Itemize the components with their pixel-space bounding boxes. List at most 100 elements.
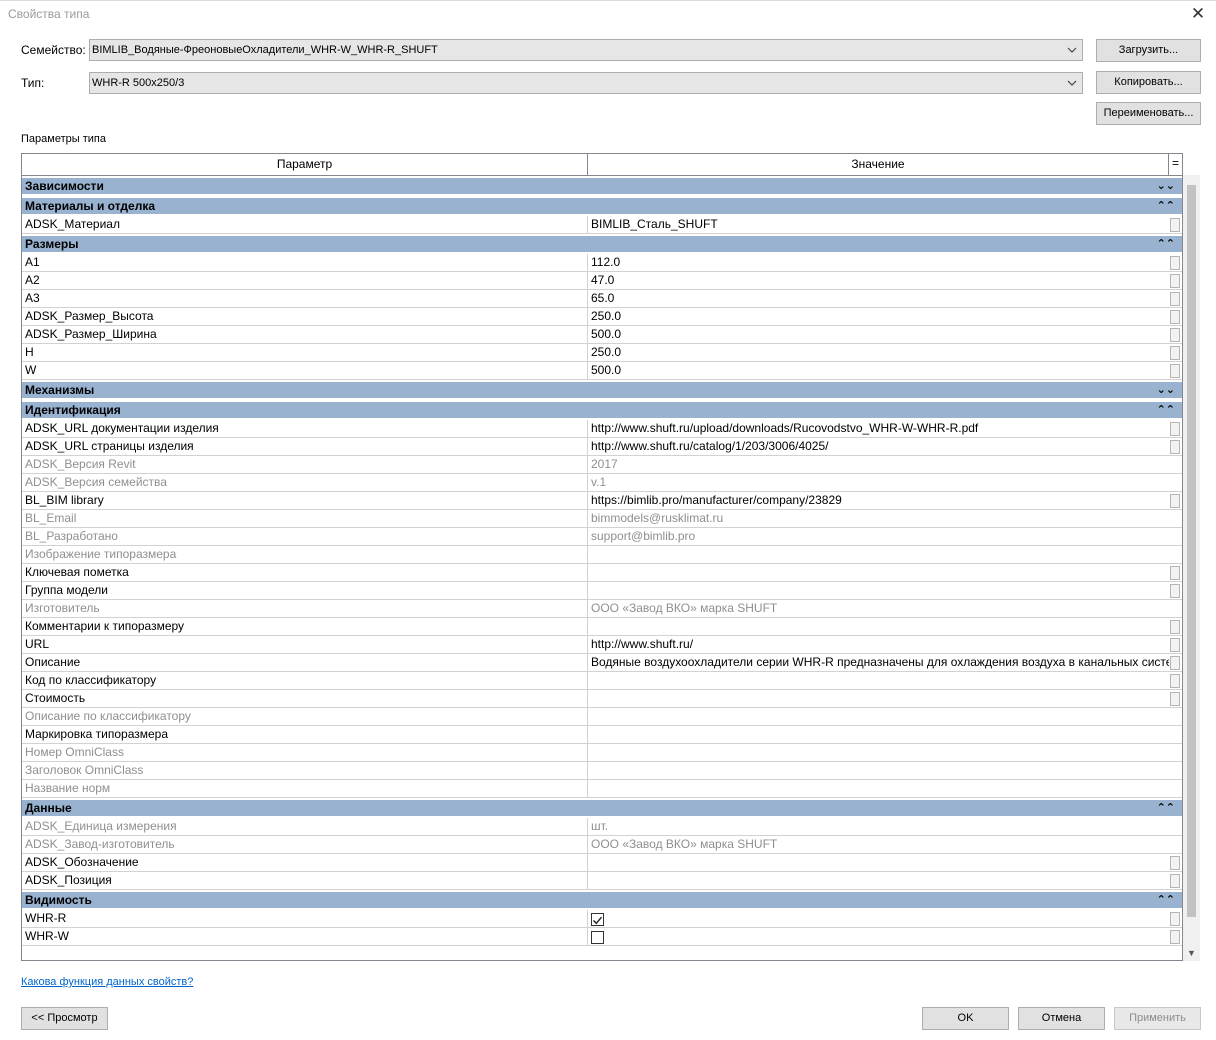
parameter-value-checkbox-cell[interactable] xyxy=(588,910,1169,927)
parameter-value[interactable]: http://www.shuft.ru/upload/downloads/Ruc… xyxy=(588,420,1169,437)
associate-parameter-button[interactable] xyxy=(1170,692,1180,706)
parameter-row[interactable]: BL_Email bimmodels@rusklimat.ru xyxy=(22,510,1182,528)
associate-parameter-button[interactable] xyxy=(1170,584,1180,598)
associate-parameter-button[interactable] xyxy=(1170,674,1180,688)
parameter-row[interactable]: Стоимость xyxy=(22,690,1182,708)
collapse-chevron-icon[interactable]: ⌃⌃ xyxy=(1157,402,1175,418)
group-header[interactable]: Механизмы ⌄⌄ xyxy=(22,380,1182,398)
column-header-value[interactable]: Значение xyxy=(588,154,1169,176)
parameter-value[interactable]: 250.0 xyxy=(588,344,1169,361)
type-dropdown[interactable]: WHR-R 500x250/3 xyxy=(89,72,1083,94)
associate-parameter-button[interactable] xyxy=(1170,874,1180,888)
parameter-value[interactable] xyxy=(588,726,1169,743)
parameter-row[interactable]: ADSK_URL страницы изделия http://www.shuf… xyxy=(22,438,1182,456)
parameter-value[interactable] xyxy=(588,564,1169,581)
parameter-value[interactable]: Водяные воздухоохладители серии WHR-R пр… xyxy=(588,654,1169,671)
group-header[interactable]: Размеры ⌃⌃ xyxy=(22,234,1182,252)
parameter-row[interactable]: ADSK_Размер_Высота 250.0 xyxy=(22,308,1182,326)
group-header[interactable]: Материалы и отделка ⌃⌃ xyxy=(22,196,1182,214)
parameter-value[interactable] xyxy=(588,582,1169,599)
parameter-value[interactable] xyxy=(588,618,1169,635)
parameter-row[interactable]: Изображение типоразмера xyxy=(22,546,1182,564)
associate-parameter-button[interactable] xyxy=(1170,930,1180,944)
group-header[interactable]: Данные ⌃⌃ xyxy=(22,798,1182,816)
associate-parameter-button[interactable] xyxy=(1170,218,1180,232)
load-button[interactable]: Загрузить... xyxy=(1096,39,1201,62)
parameter-row[interactable]: ADSK_Завод-изготовитель ООО «Завод ВКО» м… xyxy=(22,836,1182,854)
expand-chevron-icon[interactable]: ⌄⌄ xyxy=(1157,178,1175,194)
parameter-row[interactable]: Маркировка типоразмера xyxy=(22,726,1182,744)
parameter-row[interactable]: Группа модели xyxy=(22,582,1182,600)
parameter-value[interactable] xyxy=(588,854,1169,871)
associate-parameter-button[interactable] xyxy=(1170,856,1180,870)
associate-parameter-button[interactable] xyxy=(1170,310,1180,324)
parameter-row[interactable]: Заголовок OmniClass xyxy=(22,762,1182,780)
parameter-row[interactable]: ADSK_Версия семейства v.1 xyxy=(22,474,1182,492)
parameter-row[interactable]: Код по классификатору xyxy=(22,672,1182,690)
duplicate-button[interactable]: Копировать... xyxy=(1096,71,1201,94)
cancel-button[interactable]: Отмена xyxy=(1018,1007,1105,1030)
group-header[interactable]: Видимость ⌃⌃ xyxy=(22,890,1182,908)
parameter-value[interactable]: 65.0 xyxy=(588,290,1169,307)
group-header[interactable]: Идентификация ⌃⌃ xyxy=(22,400,1182,418)
checkbox-checked[interactable] xyxy=(591,913,604,926)
parameter-value[interactable]: http://www.shuft.ru/catalog/1/203/3006/4… xyxy=(588,438,1169,455)
rename-button[interactable]: Переименовать... xyxy=(1096,102,1201,125)
parameter-row[interactable]: ADSK_Позиция xyxy=(22,872,1182,890)
apply-button[interactable]: Применить xyxy=(1114,1007,1201,1030)
parameter-value-checkbox-cell[interactable] xyxy=(588,928,1169,945)
collapse-chevron-icon[interactable]: ⌃⌃ xyxy=(1157,800,1175,816)
parameter-row[interactable]: H 250.0 xyxy=(22,344,1182,362)
collapse-chevron-icon[interactable]: ⌃⌃ xyxy=(1157,892,1175,908)
collapse-chevron-icon[interactable]: ⌃⌃ xyxy=(1157,236,1175,252)
checkbox-unchecked[interactable] xyxy=(591,931,604,944)
associate-parameter-button[interactable] xyxy=(1170,620,1180,634)
parameter-row[interactable]: ADSK_Материал BIMLIB_Сталь_SHUFT xyxy=(22,216,1182,234)
parameter-row[interactable]: Описание по классификатору xyxy=(22,708,1182,726)
parameter-row[interactable]: Комментарии к типоразмеру xyxy=(22,618,1182,636)
parameter-row[interactable]: ADSK_URL документации изделия http://www.… xyxy=(22,420,1182,438)
associate-parameter-button[interactable] xyxy=(1170,638,1180,652)
associate-parameter-button[interactable] xyxy=(1170,328,1180,342)
parameter-value[interactable] xyxy=(588,672,1169,689)
parameter-value[interactable] xyxy=(588,872,1169,889)
parameter-value[interactable]: https://bimlib.pro/manufacturer/company/… xyxy=(588,492,1169,509)
associate-parameter-button[interactable] xyxy=(1170,346,1180,360)
column-header-formula[interactable]: = xyxy=(1169,154,1182,176)
expand-chevron-icon[interactable]: ⌄⌄ xyxy=(1157,382,1175,398)
parameter-value[interactable] xyxy=(588,690,1169,707)
associate-parameter-button[interactable] xyxy=(1170,292,1180,306)
associate-parameter-button[interactable] xyxy=(1170,656,1180,670)
close-icon[interactable]: ✕ xyxy=(1186,3,1210,25)
collapse-chevron-icon[interactable]: ⌃⌃ xyxy=(1157,198,1175,214)
scrollbar-thumb[interactable] xyxy=(1187,185,1196,917)
parameter-value[interactable]: http://www.shuft.ru/ xyxy=(588,636,1169,653)
parameter-row[interactable]: WHR-R xyxy=(22,910,1182,928)
parameter-value[interactable]: BIMLIB_Сталь_SHUFT xyxy=(588,216,1169,233)
associate-parameter-button[interactable] xyxy=(1170,440,1180,454)
group-header[interactable]: Зависимости ⌄⌄ xyxy=(22,176,1182,194)
parameter-row[interactable]: ADSK_Размер_Ширина 500.0 xyxy=(22,326,1182,344)
grid-scrollbar[interactable]: ▼ xyxy=(1183,175,1200,961)
parameter-row[interactable]: Изготовитель ООО «Завод ВКО» марка SHUFT xyxy=(22,600,1182,618)
associate-parameter-button[interactable] xyxy=(1170,912,1180,926)
parameter-row[interactable]: BL_Разработано support@bimlib.pro xyxy=(22,528,1182,546)
associate-parameter-button[interactable] xyxy=(1170,494,1180,508)
ok-button[interactable]: OK xyxy=(922,1007,1009,1030)
scroll-down-arrow-icon[interactable]: ▼ xyxy=(1183,945,1200,961)
parameter-row[interactable]: BL_BIM library https://bimlib.pro/manufac… xyxy=(22,492,1182,510)
parameter-row[interactable]: URL http://www.shuft.ru/ xyxy=(22,636,1182,654)
parameter-value[interactable]: 500.0 xyxy=(588,362,1169,379)
parameter-row[interactable]: Описание Водяные воздухоохладители серии … xyxy=(22,654,1182,672)
parameter-row[interactable]: A3 65.0 xyxy=(22,290,1182,308)
parameter-row[interactable]: ADSK_Обозначение xyxy=(22,854,1182,872)
parameter-row[interactable]: Название норм xyxy=(22,780,1182,798)
parameter-row[interactable]: ADSK_Версия Revit 2017 xyxy=(22,456,1182,474)
associate-parameter-button[interactable] xyxy=(1170,422,1180,436)
parameter-row[interactable]: ADSK_Единица измерения шт. xyxy=(22,818,1182,836)
parameter-value[interactable]: 112.0 xyxy=(588,254,1169,271)
parameter-value[interactable]: 47.0 xyxy=(588,272,1169,289)
parameter-row[interactable]: W 500.0 xyxy=(22,362,1182,380)
family-dropdown[interactable]: BIMLIB_Водяные-ФреоновыеОхладители_WHR-W… xyxy=(89,39,1083,61)
parameter-row[interactable]: A1 112.0 xyxy=(22,254,1182,272)
